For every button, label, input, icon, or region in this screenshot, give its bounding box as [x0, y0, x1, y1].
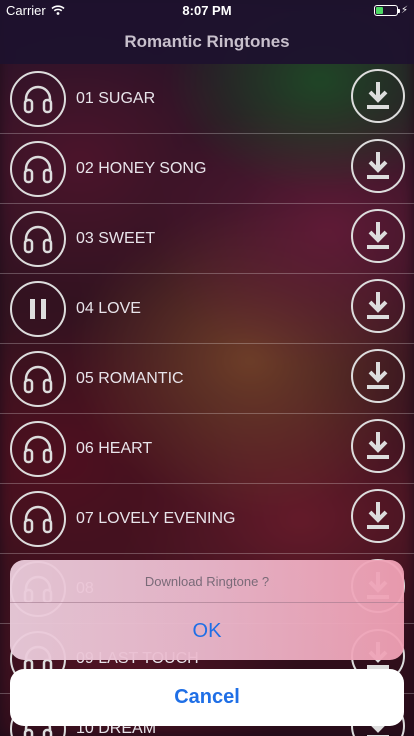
download-icon[interactable]	[350, 208, 406, 269]
ringtone-row[interactable]: 01 SUGAR	[0, 64, 414, 134]
ringtone-title: 07 LOVELY EVENING	[76, 509, 236, 527]
ringtone-title: 01 SUGAR	[76, 89, 156, 107]
ringtone-row[interactable]: 05 ROMANTIC	[0, 344, 414, 414]
carrier-label: Carrier	[6, 2, 46, 18]
cancel-button[interactable]: Cancel	[10, 669, 404, 726]
ok-button[interactable]: OK	[10, 603, 404, 660]
download-alert: Download Ringtone ? OK	[10, 560, 404, 660]
pause-icon[interactable]	[10, 280, 66, 337]
ringtone-row[interactable]: 07 LOVELY EVENING	[0, 484, 414, 554]
wifi-icon	[51, 3, 65, 18]
download-icon[interactable]	[350, 68, 406, 129]
ringtone-title: 04 LOVE	[76, 299, 141, 317]
download-icon[interactable]	[350, 138, 406, 199]
download-icon[interactable]	[350, 488, 406, 549]
headphones-icon[interactable]	[10, 350, 66, 407]
download-icon[interactable]	[350, 418, 406, 479]
ringtone-title: 03 SWEET	[76, 229, 156, 247]
ringtone-title: 02 HONEY SONG	[76, 159, 207, 177]
charging-icon: ⚡	[400, 4, 408, 16]
ringtone-row[interactable]: 04 LOVE	[0, 274, 414, 344]
ringtone-row[interactable]: 06 HEART	[0, 414, 414, 484]
status-right: ⚡	[373, 4, 408, 16]
headphones-icon[interactable]	[10, 70, 66, 127]
ringtone-title: 06 HEART	[76, 439, 153, 457]
battery-icon	[373, 4, 400, 16]
ringtone-row[interactable]: 03 SWEET	[0, 204, 414, 274]
headphones-icon[interactable]	[10, 490, 66, 547]
status-left: Carrier	[6, 3, 65, 18]
headphones-icon[interactable]	[10, 140, 66, 197]
headphones-icon[interactable]	[10, 210, 66, 267]
download-icon[interactable]	[350, 348, 406, 409]
page-title: Romantic Ringtones	[124, 32, 290, 51]
status-bar: Carrier 8:07 PM ⚡	[0, 0, 414, 20]
alert-message: Download Ringtone ?	[10, 560, 404, 603]
nav-bar: Romantic Ringtones	[0, 20, 414, 64]
download-icon[interactable]	[350, 278, 406, 339]
headphones-icon[interactable]	[10, 420, 66, 477]
ringtone-title: 05 ROMANTIC	[76, 369, 184, 387]
ringtone-row[interactable]: 02 HONEY SONG	[0, 134, 414, 204]
